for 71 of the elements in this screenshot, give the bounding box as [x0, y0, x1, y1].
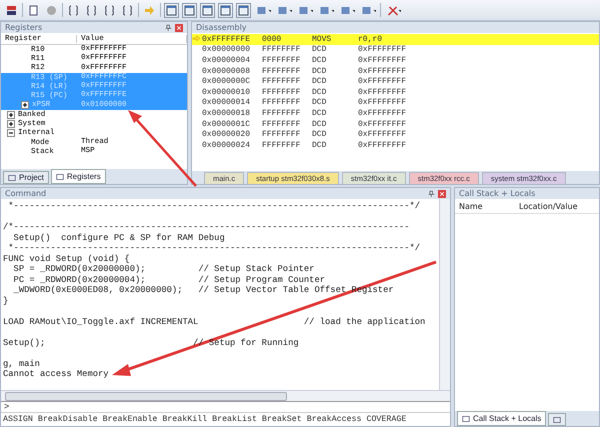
toolbar-button[interactable]	[200, 2, 215, 18]
window-icon	[238, 4, 249, 16]
expand-icon[interactable]	[7, 120, 15, 128]
panel-title: Call Stack + Locals	[459, 189, 536, 198]
braces-icon	[68, 4, 79, 16]
vertical-scrollbar[interactable]	[439, 199, 450, 390]
window-dropdown-icon	[318, 4, 334, 16]
toolbar-button[interactable]	[218, 2, 233, 18]
window-icon	[553, 416, 562, 424]
output-line: FUNC void Setup (void) {	[3, 254, 131, 264]
panel-tab[interactable]: Registers	[50, 169, 106, 184]
pin-icon	[165, 24, 172, 32]
output-line: g, main	[3, 358, 41, 369]
output-line: Setup() configure PC & SP for RAM Debug	[12, 232, 226, 243]
disassembly-row[interactable]: 0x00000020 FFFFFFFF DCD 0xFFFFFFFF	[192, 129, 599, 140]
braces-icon	[86, 4, 97, 16]
output-line: PC = _RDWORD(0x20000004); // Setup Program Counter	[12, 274, 326, 285]
output-line: LOAD RAMout\IO_Toggle.axf INCREMENTAL // load the application	[3, 316, 426, 327]
disassembly-row[interactable]: 0x00000010 FFFFFFFF DCD 0xFFFFFFFF	[192, 86, 599, 98]
expand-icon[interactable]	[7, 110, 15, 119]
disassembly-row[interactable]: 0x0000000C FFFFFFFF DCD 0xFFFFFFFF	[192, 76, 599, 87]
disassembly-row[interactable]: 0x00000000 FFFFFFFF DCD 0xFFFFFFFF	[192, 44, 599, 56]
toolbar-button[interactable]	[182, 2, 197, 18]
disassembly-row[interactable]: 0x00000018 FFFFFFFF DCD 0xFFFFFFFF	[192, 108, 599, 119]
panel-title: Command	[5, 189, 46, 198]
window-icon	[220, 4, 231, 16]
window-icon	[184, 4, 195, 16]
window-dropdown-icon	[255, 4, 271, 16]
window-dropdown-icon	[339, 4, 355, 16]
output-line: Cannot access Memory	[3, 369, 110, 380]
window-dropdown-icon	[297, 4, 313, 16]
output-line: /*---------------------------------------------------------------------------	[3, 222, 410, 232]
disassembly-row[interactable]: 0x00000008 FFFFFFFF DCD 0xFFFFFFFF	[192, 66, 599, 76]
window-dropdown-icon	[360, 4, 376, 16]
close-icon	[438, 190, 446, 198]
close-icon	[175, 24, 183, 32]
toolbar-button[interactable]	[236, 2, 251, 18]
disassembly-row[interactable]: 0x00000004 FFFFFFFF DCD 0xFFFFFFFF	[192, 55, 599, 66]
window-icon	[462, 414, 470, 422]
window-icon	[202, 4, 213, 16]
pin-icon	[428, 190, 435, 198]
panel-tab[interactable]: Call Stack + Locals	[457, 411, 546, 426]
disassembly-row[interactable]: 0x0000001C FFFFFFFF DCD 0xFFFFFFFF	[192, 118, 599, 130]
expand-icon[interactable]	[21, 101, 29, 110]
panel-tab[interactable]: Project	[3, 171, 49, 184]
current-line-arrow-icon	[192, 35, 202, 44]
collapse-icon[interactable]	[7, 129, 15, 138]
output-line: SP = _RDWORD(0x20000000); // Setup Stack Pointer	[12, 264, 316, 274]
output-line: *---------------------------------------------------------------------------*/	[7, 243, 422, 254]
toolbar-button[interactable]	[120, 2, 135, 18]
window-dropdown-icon	[276, 4, 292, 16]
output-line: *---------------------------------------------------------------------------*/	[7, 201, 422, 212]
column-header[interactable]: Location/Value	[515, 202, 599, 210]
panel-tab[interactable]	[548, 413, 566, 426]
horizontal-scrollbar[interactable]	[1, 390, 450, 401]
toolbar-button[interactable]	[102, 2, 117, 18]
panel-title: Disassembly	[196, 23, 247, 32]
disassembly-row[interactable]: 0x00000014 FFFFFFFF DCD 0xFFFFFFFF	[192, 98, 599, 108]
document-icon	[28, 4, 39, 16]
toolbar-button[interactable]	[164, 2, 179, 18]
braces-icon	[122, 4, 133, 16]
disassembly-row[interactable]: 0x00000024 FFFFFFFF DCD 0xFFFFFFFF	[192, 140, 599, 151]
output-line: }	[3, 296, 10, 306]
toolbar-button[interactable]	[84, 2, 99, 18]
panel-title: Registers	[5, 23, 42, 32]
toolbar-button[interactable]	[66, 2, 81, 18]
braces-icon	[104, 4, 115, 16]
disassembly-row[interactable]: 0xFFFFFFFE 0000 MOVS r0,r0	[192, 34, 599, 45]
arrow-icon	[144, 4, 155, 16]
window-icon	[166, 4, 177, 16]
column-header[interactable]: Name	[455, 202, 515, 210]
